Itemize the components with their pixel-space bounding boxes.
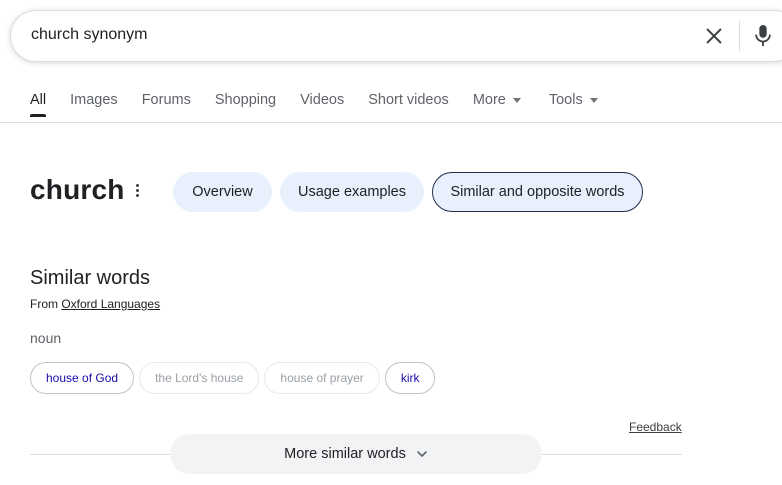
more-similar-words-button[interactable]: More similar words — [170, 434, 542, 474]
more-options-icon[interactable] — [130, 184, 144, 202]
caret-down-icon — [512, 97, 521, 103]
tab-more[interactable]: More — [473, 92, 521, 108]
dictionary-word: church — [30, 174, 125, 205]
tabs-divider — [0, 122, 782, 123]
tab-label: Shopping — [214, 92, 277, 108]
similar-opposite-words-chip[interactable]: Similar and opposite words — [432, 172, 643, 212]
tab-shopping[interactable]: Shopping — [215, 92, 276, 108]
tab-label: Tools — [548, 92, 583, 108]
tab-label: Videos — [300, 92, 345, 108]
search-tabs: All Images Forums Shopping Videos Short … — [30, 92, 622, 117]
tab-videos[interactable]: Videos — [300, 92, 344, 108]
tab-images[interactable]: Images — [70, 92, 118, 108]
tab-label: Short videos — [368, 92, 449, 108]
synonym-chip[interactable]: house of prayer — [264, 362, 380, 394]
search-input[interactable]: church synonym — [31, 26, 148, 44]
search-divider — [739, 21, 740, 51]
synonym-chip[interactable]: the Lord's house — [139, 362, 260, 394]
microphone-icon[interactable] — [752, 23, 774, 49]
usage-examples-chip[interactable]: Usage examples — [280, 172, 424, 212]
synonym-chip[interactable]: kirk — [384, 362, 436, 394]
source-prefix: From — [30, 297, 62, 311]
part-of-speech: noun — [30, 330, 62, 346]
tab-tools[interactable]: Tools — [549, 92, 598, 108]
tab-label: Forums — [141, 92, 191, 108]
chevron-down-icon — [417, 451, 427, 457]
overview-chip[interactable]: Overview — [173, 172, 272, 212]
tab-label: More — [472, 92, 506, 108]
more-button-label: More similar words — [284, 446, 406, 462]
tab-forums[interactable]: Forums — [142, 92, 191, 108]
tab-all[interactable]: All — [30, 92, 47, 117]
synonym-chip[interactable]: house of God — [30, 362, 135, 394]
search-bar[interactable]: church synonym — [10, 10, 782, 62]
caret-down-icon — [589, 97, 598, 103]
close-icon[interactable] — [703, 25, 725, 47]
tab-label: Images — [70, 92, 118, 108]
source-attribution: From Oxford Languages — [30, 297, 160, 311]
synonym-chips: house of God the Lord's house house of p… — [30, 362, 440, 394]
feedback-link[interactable]: Feedback — [629, 420, 682, 434]
tab-short-videos[interactable]: Short videos — [368, 92, 449, 108]
section-title: Similar words — [30, 267, 151, 289]
oxford-languages-link[interactable]: Oxford Languages — [61, 297, 160, 311]
tab-label: All — [30, 92, 47, 108]
